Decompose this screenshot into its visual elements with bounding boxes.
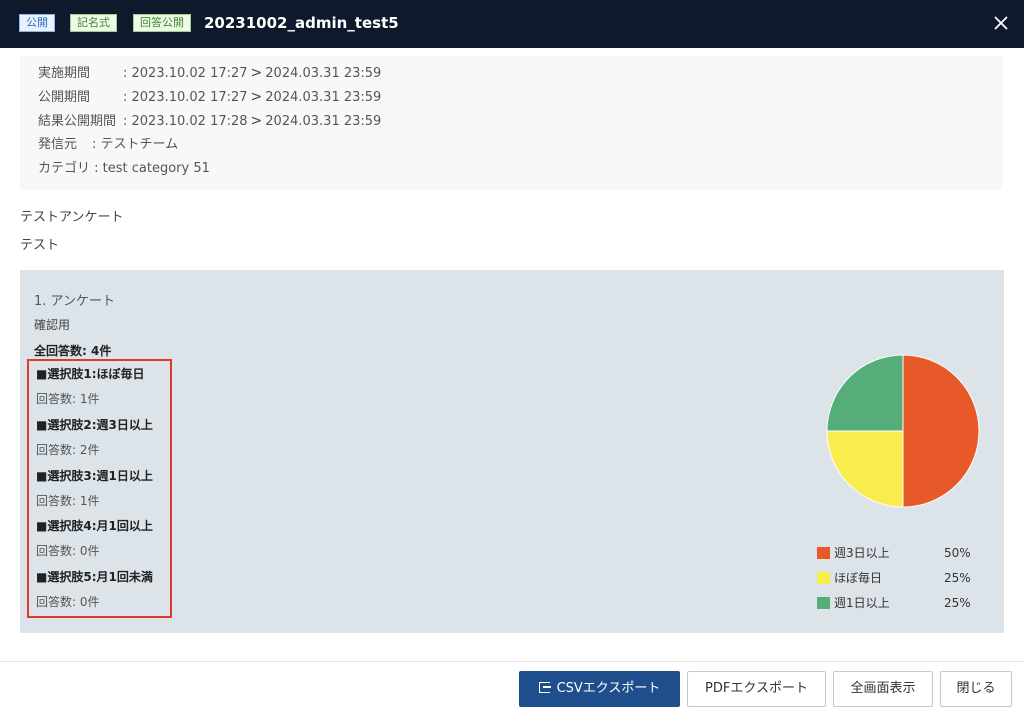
legend-swatch [817,597,830,609]
option-count: 回答数: 0件 [36,595,100,609]
csv-export-label: CSVエクスポート [556,681,661,696]
info-result-label: 結果公開期間 [38,114,117,129]
info-result-row: 結果公開期間 : 2023.10.02 17:28 >2024.03.31 23:5… [38,112,381,131]
option-label: ■選択肢5:月1回未満 [36,570,153,584]
info-category-label: カテゴリ [38,161,91,176]
options-highlight-box: ■選択肢1:ほぼ毎日 回答数: 1件 ■選択肢2:週3日以上 回答数: 2件 ■… [27,359,172,618]
info-period-row: 実施期間 : 2023.10.02 17:27 >2024.03.31 23:59 [38,64,381,83]
footer-divider [0,661,1024,662]
arrow-icon: > [250,89,263,105]
legend-label: 週3日以上 [834,546,890,560]
info-public-start: : 2023.10.02 17:27 [123,90,248,105]
legend-swatch [817,572,830,584]
info-period-start: : 2023.10.02 17:27 [123,66,248,81]
option-count: 回答数: 0件 [36,544,100,558]
close-button[interactable]: 閉じる [940,671,1012,707]
info-sender-row: 発信元 : テストチーム [38,136,178,154]
status-tag-named: 記名式 [70,14,117,32]
legend-swatch [817,547,830,559]
status-tag-public: 公開 [19,14,55,32]
survey-info-box: 実施期間: 2023.10.02 17:27 >2024.03.31 23:59 … [20,56,1003,190]
pie-slice-週1日以上 [826,354,904,432]
info-sender-value: : テストチーム [92,137,179,152]
info-public-label: 公開期間 [38,90,91,105]
option-count: 回答数: 2件 [36,443,100,457]
legend-percent: 25% [944,596,971,610]
info-category-row: カテゴリ : test category 51 [38,160,210,178]
question-title: 1. アンケート [34,294,116,309]
modal-title: 20231002_admin_test5 [204,14,399,32]
question-result-panel: 1. アンケート 確認用 全回答数: 4件 ■選択肢1:ほぼ毎日 回答数: 1件… [20,270,1004,633]
fullscreen-button[interactable]: 全画面表示 [833,671,933,707]
pie-chart [826,354,980,508]
total-answers: 全回答数: 4件 [34,344,112,358]
close-icon[interactable] [990,12,1012,34]
pie-slice-ほぼ毎日 [826,430,904,508]
survey-subdescription: テスト [20,238,60,253]
info-sender-label: 発信元 [38,137,78,152]
option-label: ■選択肢4:月1回以上 [36,519,153,533]
csv-export-button[interactable]: CSVエクスポート [519,671,680,707]
info-public-end: 2024.03.31 23:59 [265,90,382,105]
modal-header: 公開 記名式 回答公開 20231002_admin_test5 [0,0,1024,48]
info-period-end: 2024.03.31 23:59 [265,66,382,81]
info-public-row: 公開期間 : 2023.10.02 17:27 >2024.03.31 23:59 [38,88,381,107]
legend-label: ほぼ毎日 [834,571,883,585]
legend-percent: 50% [944,546,971,560]
export-icon [538,682,551,693]
option-label: ■選択肢3:週1日以上 [36,469,153,483]
info-period-label: 実施期間 [38,66,91,81]
survey-description: テストアンケート [20,210,124,225]
pdf-export-button[interactable]: PDFエクスポート [687,671,826,707]
info-result-start: : 2023.10.02 17:28 [123,114,248,129]
option-count: 回答数: 1件 [36,494,100,508]
legend-label: 週1日以上 [834,596,890,610]
question-subtitle: 確認用 [34,318,71,332]
legend-percent: 25% [944,571,971,585]
status-tag-result-public: 回答公開 [133,14,191,32]
legend-item: 週3日以上 50% [817,545,977,561]
pie-slice-週3日以上 [902,354,980,508]
arrow-icon: > [250,113,263,129]
option-label: ■選択肢1:ほぼ毎日 [36,367,145,381]
info-result-end: 2024.03.31 23:59 [265,114,382,129]
option-label: ■選択肢2:週3日以上 [36,418,153,432]
legend-item: 週1日以上 25% [817,595,977,611]
option-count: 回答数: 1件 [36,392,100,406]
legend-item: ほぼ毎日 25% [817,570,977,586]
arrow-icon: > [250,65,263,81]
info-category-value: : test category 51 [94,161,210,176]
